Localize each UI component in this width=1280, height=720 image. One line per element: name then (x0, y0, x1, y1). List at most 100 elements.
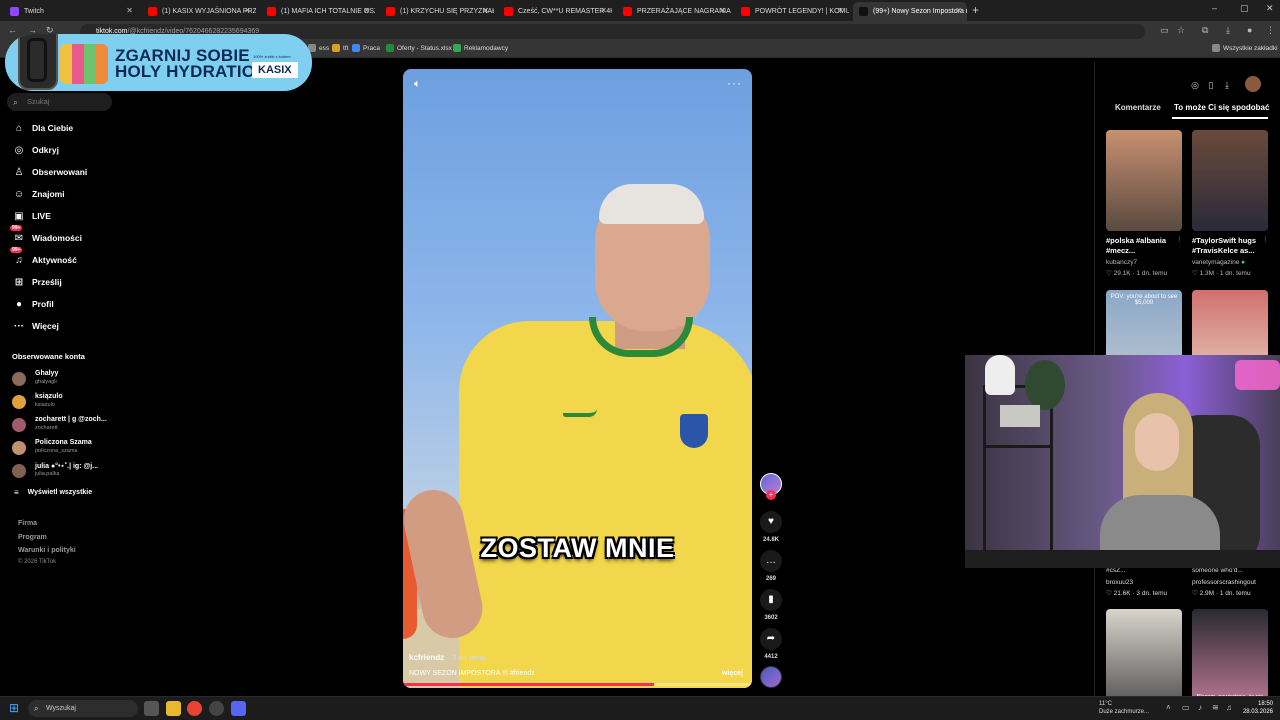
search-input[interactable]: ⌕ Szukaj (7, 93, 112, 111)
more-options-icon[interactable]: ··· (727, 76, 742, 90)
save-button[interactable]: ▮ (760, 589, 782, 611)
chrome-icon[interactable] (187, 701, 202, 716)
heart-icon: ♡ (1106, 270, 1114, 277)
chevron-up-icon[interactable]: ˄ (1166, 703, 1171, 712)
sidebar-item[interactable]: ▣ LIVE (12, 209, 51, 223)
sidebar-item-icon: ♫ (15, 254, 23, 266)
cast-icon[interactable]: ▭ (1160, 25, 1169, 36)
network-icon[interactable]: ▭ (1182, 703, 1190, 712)
bookmark-label: tft (343, 44, 349, 52)
download-app-icon[interactable]: ⤓ (1220, 78, 1234, 92)
browser-tab[interactable]: Cześć, CW**U REMASTER 4K U ✕ (498, 2, 612, 21)
extensions-icon[interactable]: ⧉ (1202, 25, 1208, 36)
sidebar-item[interactable]: ✉ Wiadomości 99+ (10, 225, 82, 245)
bookmark-icon (386, 44, 394, 52)
more-options-icon[interactable]: ⋮ (1176, 235, 1183, 243)
sidebar-item[interactable]: ◎ Odkryj (12, 143, 59, 157)
sidebar-item[interactable]: ♙ Obserwowani (12, 165, 88, 179)
bookmark-item[interactable]: ess (308, 44, 329, 52)
sidebar-item[interactable]: ⊞ Prześlij (12, 275, 62, 289)
video-author[interactable]: kcfriendz · 5 dn. temu (409, 653, 485, 662)
footer-link-program[interactable]: Program (18, 534, 47, 541)
new-tab-button[interactable]: + (972, 2, 979, 18)
browser-tab[interactable]: (99+) Nowy Sezon Impostora n ✕ (853, 2, 967, 21)
back-icon[interactable]: ← (8, 25, 17, 35)
follow-plus-icon[interactable]: + (766, 490, 776, 500)
wifi-icon[interactable]: ≋ (1212, 703, 1219, 712)
taskbar-search-icon: ⌕ (34, 704, 39, 713)
recommended-title[interactable]: someone who'd... (1192, 567, 1243, 574)
recommended-video-thumbnail[interactable] (1106, 609, 1182, 710)
tab-comments[interactable]: Komentarze (1115, 103, 1161, 112)
volume-tray-icon[interactable]: ♫ (1226, 703, 1232, 712)
sidebar-item[interactable]: ⌂ Dla Ciebie (12, 121, 73, 135)
footer-link-terms[interactable]: Warunki i polityki (18, 547, 76, 554)
recommended-video-thumbnail[interactable]: Błagam, powiedzcie, że nie tylko mnie wk… (1192, 609, 1268, 710)
weather-widget[interactable]: 11°C Duże zachmurze... (1085, 700, 1149, 716)
menu-icon[interactable]: ⋮ (1266, 25, 1275, 36)
video-progress-bar[interactable] (403, 683, 752, 686)
app-icon[interactable] (209, 701, 224, 716)
user-avatar[interactable] (1245, 76, 1261, 92)
tab-close-icon[interactable]: ✕ (955, 6, 962, 15)
tab-close-icon[interactable]: ✕ (244, 6, 251, 15)
compass-icon[interactable]: ◎ (1188, 78, 1202, 92)
recommended-video-thumbnail[interactable] (1106, 130, 1182, 231)
task-view-icon[interactable] (144, 701, 159, 716)
footer-link-company[interactable]: Firma (18, 520, 37, 527)
music-disc-icon[interactable] (760, 666, 782, 688)
video-player[interactable]: ZOSTAW MNIE 🔈︎ ··· kcfriendz · 5 dn. temu… (403, 69, 752, 688)
sidebar-item[interactable]: ☺ Znajomi (12, 187, 65, 201)
recommended-video-thumbnail[interactable] (1192, 130, 1268, 231)
taskbar-search[interactable]: ⌕ Wyszukaj (28, 700, 138, 717)
close-window-button[interactable]: ✕ (1266, 3, 1274, 14)
bookmark-item[interactable]: Praca (352, 44, 380, 52)
browser-tab[interactable]: (1) KRZYCHU SIĘ PRZYZNAŁ, K✕ (380, 2, 494, 21)
clock[interactable]: 18:50 28.03.2026 (1241, 700, 1273, 716)
recommended-title[interactable]: #polska #albania #mecz... (1106, 236, 1182, 256)
profile-icon[interactable]: ● (1247, 25, 1252, 35)
show-all-button[interactable]: ≡ Wyświetl wszystkie (14, 488, 92, 497)
recommended-user[interactable]: professorscrashingout (1192, 579, 1256, 586)
browser-tab[interactable]: Twitch ✕ (4, 2, 138, 21)
sidebar-item[interactable]: ··· Więcej (12, 319, 59, 333)
download-icon[interactable]: ⤓ (1226, 25, 1230, 36)
browser-tab[interactable]: (1) KASIX WYJAŚNIONA PRZEZ ✕ (142, 2, 256, 21)
share-button[interactable]: ➦ (760, 628, 782, 650)
like-button[interactable]: ♥ (760, 511, 782, 533)
sidebar-item[interactable]: ♫ Aktywność 99+ (10, 247, 77, 267)
minimize-button[interactable]: – (1212, 3, 1217, 13)
tab-close-icon[interactable]: ✕ (719, 6, 726, 15)
browser-tab[interactable]: (1) MAFIA ICH TOTALNIE OSZU ✕ (261, 2, 375, 21)
bookmark-item[interactable]: Oferty - Status.xlsx (386, 44, 452, 52)
tab-close-icon[interactable]: ✕ (837, 6, 844, 15)
tab-close-icon[interactable]: ✕ (126, 6, 133, 15)
more-link[interactable]: więcej (722, 670, 743, 677)
tab-close-icon[interactable]: ✕ (363, 6, 370, 15)
volume-icon[interactable]: 🔈︎ (414, 78, 421, 91)
comment-button[interactable]: … (760, 550, 782, 572)
recommended-title[interactable]: #csZ... (1106, 567, 1126, 574)
all-bookmarks-button[interactable]: Wszystkie zakładki (1212, 44, 1278, 52)
tab-close-icon[interactable]: ✕ (482, 6, 489, 15)
more-options-icon[interactable]: ⋮ (1262, 235, 1269, 243)
recommended-title[interactable]: #TaylorSwift hugs #TravisKelce as... (1192, 236, 1268, 256)
browser-tab[interactable]: POWRÓT LEGENDY! | KOMUNI ✕ (735, 2, 849, 21)
sidebar-item[interactable]: ● Profil (12, 297, 54, 311)
discord-icon[interactable] (231, 701, 246, 716)
recommended-user[interactable]: varietymagazine ● (1192, 259, 1245, 266)
tab-recommended[interactable]: To może Ci się spodobać (1174, 103, 1269, 112)
sidebar-item-icon: ◎ (14, 144, 24, 156)
bookmark-item[interactable]: tft (332, 44, 348, 52)
star-icon[interactable]: ☆ (1177, 25, 1185, 36)
maximize-button[interactable]: ▢ (1240, 3, 1249, 14)
tab-close-icon[interactable]: ✕ (600, 6, 607, 15)
mic-icon[interactable]: ♪ (1198, 703, 1202, 712)
phone-icon[interactable]: ▯ (1204, 78, 1218, 92)
recommended-user[interactable]: broxuu23 (1106, 579, 1133, 586)
bookmark-item[interactable]: Reklamodawcy (453, 44, 508, 52)
browser-tab[interactable]: PRZERAŻAJĄCE NAGRANIA PR✕ (617, 2, 731, 21)
file-explorer-icon[interactable] (166, 701, 181, 716)
windows-start-icon[interactable]: ⊞ (9, 701, 23, 715)
recommended-user[interactable]: kubanczy7 (1106, 259, 1137, 266)
